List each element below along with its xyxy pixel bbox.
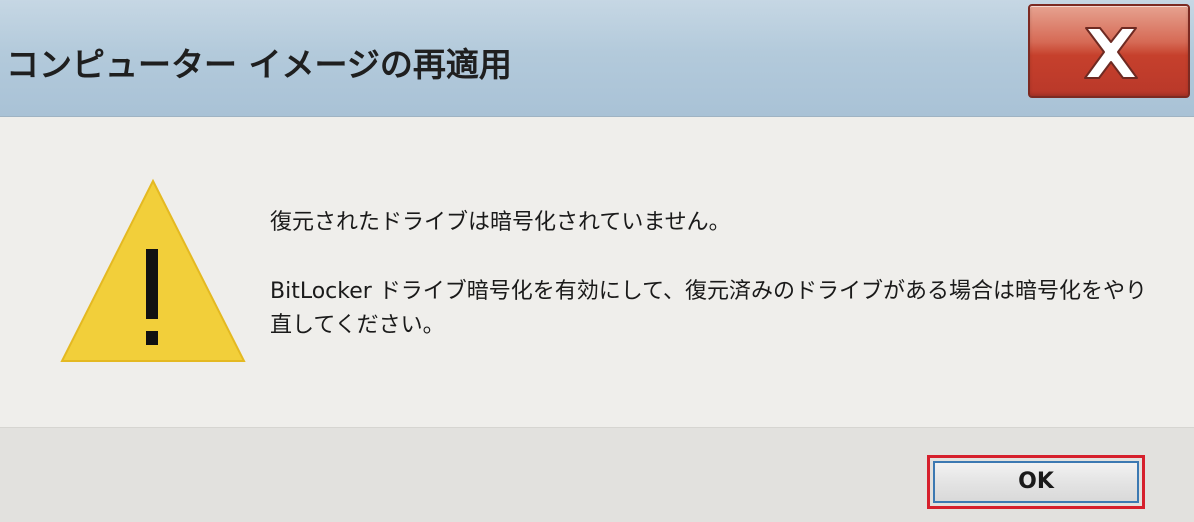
warning-icon <box>60 178 246 362</box>
dialog-window: コンピューター イメージの再適用 復元されたドライブは暗号化されていません。 B… <box>0 0 1194 522</box>
ok-button[interactable]: OK <box>933 461 1139 503</box>
close-button[interactable] <box>1028 4 1190 98</box>
dialog-content: 復元されたドライブは暗号化されていません。 BitLocker ドライブ暗号化を… <box>0 117 1194 427</box>
message-text-secondary: BitLocker ドライブ暗号化を有効にして、復元済みのドライブがある場合は暗… <box>270 279 1148 338</box>
window-title: コンピューター イメージの再適用 <box>6 45 512 84</box>
title-bar[interactable]: コンピューター イメージの再適用 <box>0 0 1194 117</box>
close-icon <box>1084 27 1138 79</box>
message-text-primary: 復元されたドライブは暗号化されていません。 <box>270 210 731 235</box>
ok-button-highlight: OK <box>927 455 1145 509</box>
button-bar: OK <box>0 427 1194 522</box>
